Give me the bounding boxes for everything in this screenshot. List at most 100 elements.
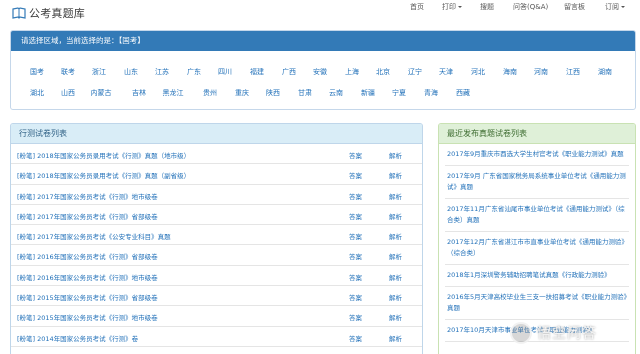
table-row: [粉笔] 2018年国家公务员录用考试《行测》真题（地市级） 答案 解析 [11,144,422,165]
recent-paper-link[interactable]: 2017年11月广东省汕尾市事业单位考试《通用能力测试》（综合类）真题 [445,199,629,232]
region-item[interactable]: 湖北 [30,88,44,98]
region-item[interactable]: 陕西 [266,88,280,98]
nav-print[interactable]: 打印 [442,2,462,12]
answer-link[interactable]: 答案 [349,272,362,282]
table-row: [粉笔] 2016年国家公务员考试《行测》省部级卷 答案 解析 [11,245,422,266]
papers-heading: 行测试卷列表 [11,124,422,144]
nav-subscribe[interactable]: 订阅 [605,2,625,12]
region-item[interactable]: 福建 [250,67,264,77]
nav-search[interactable]: 搜题 [480,2,494,12]
nav-qa[interactable]: 问答(Q&A) [513,2,548,12]
region-item[interactable]: 河北 [471,67,485,77]
analysis-link[interactable]: 解析 [389,312,402,322]
region-selector: 请选择区域，当前选择的是：【国考】 国考 联考 浙江 山东 江苏 广东 四川 福建 广西 安徽 上海… [10,30,636,110]
analysis-link[interactable]: 解析 [389,150,402,160]
answer-link[interactable]: 答案 [349,251,362,261]
analysis-link[interactable]: 解析 [389,231,402,241]
region-item[interactable]: 宁夏 [392,88,406,98]
answer-link[interactable]: 答案 [349,231,362,241]
watermark: 悟空问答 [510,318,636,348]
region-item[interactable]: 甘肃 [298,88,312,98]
region-item[interactable]: 上海 [345,67,359,77]
region-item[interactable]: 辽宁 [408,67,422,77]
analysis-link[interactable]: 解析 [389,170,402,180]
region-item[interactable]: 四川 [218,67,232,77]
region-item[interactable]: 湖南 [598,67,612,77]
answer-link[interactable]: 答案 [349,191,362,201]
region-row: 湖北 山西 内蒙古 吉林 黑龙江 贵州 重庆 陕西 甘肃 云南 新疆 宁夏 青海 西藏 [11,88,635,100]
main-nav: 首页 打印 搜题 问答(Q&A) 留言板 订阅 [0,2,640,14]
paper-title-link[interactable]: [粉笔] 2015年国家公务员考试《行测》省部级卷 [17,292,158,302]
region-item[interactable]: 青海 [424,88,438,98]
papers-list: [粉笔] 2018年国家公务员录用考试《行测》真题（地市级） 答案 解析 [粉笔] 2… [11,144,422,354]
region-item[interactable]: 江西 [566,67,580,77]
table-row: [粉笔] 2016年国家公务员考试《行测》地市级卷 答案 解析 [11,266,422,287]
paper-title-link[interactable]: [粉笔] 2018年国家公务员录用考试《行测》真题（地市级） [17,150,190,160]
analysis-link[interactable]: 解析 [389,211,402,221]
recent-list: 2017年9月重庆市酉选大学生村官考试《职业能力测试》真题 2017年9月 广东省… [439,144,635,342]
region-item[interactable]: 贵州 [203,88,217,98]
paper-title-link[interactable]: [粉笔] 2017年国家公务员考试《行测》省部级卷 [17,211,158,221]
papers-panel: 行测试卷列表 [粉笔] 2018年国家公务员录用考试《行测》真题（地市级） 答案解… [10,123,423,354]
recent-paper-link[interactable]: 2017年9月重庆市酉选大学生村官考试《职业能力测试》真题 [445,144,629,166]
answer-link[interactable]: 答案 [349,333,362,343]
nav-guestbook[interactable]: 留言板 [564,2,585,12]
region-item[interactable]: 广东 [187,67,201,77]
recent-heading: 最近发布真题试卷列表 [439,124,635,144]
paper-title-link[interactable]: [粉笔] 2016年国家公务员考试《行测》地市级卷 [17,272,158,282]
paper-title-link[interactable]: [粉笔] 2017年国家公务员考试《公安专业科目》真题 [17,231,171,241]
table-row: [粉笔] 2018年国家公务员录用考试《行测》真题（副省级） 答案 解析 [11,164,422,185]
table-row: [粉笔] 2014年国家公务员考试《行测》卷 答案 解析 [11,327,422,347]
region-item[interactable]: 海南 [503,67,517,77]
paper-title-link[interactable]: [粉笔] 2017年国家公务员考试《行测》地市级卷 [17,191,158,201]
answer-link[interactable]: 答案 [349,211,362,221]
region-item[interactable]: 重庆 [235,88,249,98]
region-item[interactable]: 安徽 [313,67,327,77]
nav-home[interactable]: 首页 [410,2,424,12]
answer-link[interactable]: 答案 [349,150,362,160]
caret-down-icon [458,6,462,8]
region-item[interactable]: 内蒙古 [91,88,112,98]
region-item[interactable]: 黑龙江 [163,88,184,98]
table-row: [粉笔] 2017年国家公务员考试《公安专业科目》真题 答案 解析 [11,225,422,246]
region-item[interactable]: 吉林 [132,88,146,98]
answer-link[interactable]: 答案 [349,170,362,180]
analysis-link[interactable]: 解析 [389,191,402,201]
region-item[interactable]: 国考 [30,67,44,77]
table-row: [粉笔] 2015年国家公务员考试《行测》省部级卷 答案 解析 [11,286,422,307]
table-row: [粉笔] 2015年国家公务员考试《行测》地市级卷 答案 解析 [11,306,422,327]
region-row: 国考 联考 浙江 山东 江苏 广东 四川 福建 广西 安徽 上海 北京 辽宁 天津 河北 海南 河南 江西 湖南 [11,67,635,79]
answer-link[interactable]: 答案 [349,292,362,302]
region-item[interactable]: 山西 [61,88,75,98]
watermark-logo-icon [510,322,532,344]
analysis-link[interactable]: 解析 [389,333,402,343]
region-item[interactable]: 北京 [376,67,390,77]
region-heading: 请选择区域，当前选择的是：【国考】 [11,31,635,51]
recent-paper-link[interactable]: 2018年1月深圳警务辅助招聘笔试真题《行政能力测验》 [445,265,629,287]
region-item[interactable]: 西藏 [456,88,470,98]
table-row: [粉笔] 2017年国家公务员考试《行测》地市级卷 答案 解析 [11,185,422,205]
paper-title-link[interactable]: [粉笔] 2014年国家公务员考试《行测》卷 [17,333,138,343]
analysis-link[interactable]: 解析 [389,272,402,282]
paper-title-link[interactable]: [粉笔] 2018年国家公务员录用考试《行测》真题（副省级） [17,170,190,180]
region-item[interactable]: 河南 [534,67,548,77]
answer-link[interactable]: 答案 [349,312,362,322]
table-row: [粉笔] 2013年国家公务员考试《行测》卷答案解析 [11,347,422,354]
recent-paper-link[interactable]: 2017年9月 广东省国家税务局系统事业单位考试《通用能力测试》真题 [445,166,629,199]
paper-title-link[interactable]: [粉笔] 2015年国家公务员考试《行测》地市级卷 [17,312,158,322]
table-row: [粉笔] 2017年国家公务员考试《行测》省部级卷 答案 解析 [11,205,422,226]
recent-paper-link[interactable]: 2016年5月天津高校毕业生三支一扶招募考试《职业能力测验》真题 [445,287,629,320]
region-item[interactable]: 广西 [282,67,296,77]
region-item[interactable]: 山东 [124,67,138,77]
caret-down-icon [621,6,625,8]
recent-paper-link[interactable]: 2017年12月广东省湛江市市直事业单位考试《通用能力测验》（综合类） [445,232,629,265]
region-item[interactable]: 新疆 [361,88,375,98]
region-item[interactable]: 浙江 [92,67,106,77]
region-item[interactable]: 江苏 [155,67,169,77]
analysis-link[interactable]: 解析 [389,251,402,261]
analysis-link[interactable]: 解析 [389,292,402,302]
region-item[interactable]: 云南 [329,88,343,98]
paper-title-link[interactable]: [粉笔] 2016年国家公务员考试《行测》省部级卷 [17,251,158,261]
region-item[interactable]: 联考 [61,67,75,77]
region-item[interactable]: 天津 [439,67,453,77]
